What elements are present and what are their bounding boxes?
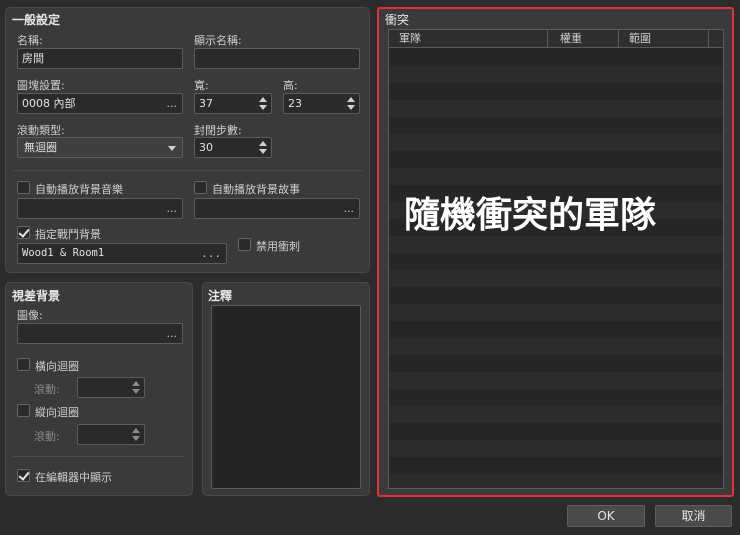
bgm-browse-icon[interactable]: ... [167, 199, 178, 218]
column-header-range[interactable]: 範圍 [619, 30, 709, 48]
disable-dash-checkbox[interactable] [238, 238, 251, 251]
loop-vertical-checkbox[interactable] [17, 404, 30, 417]
battleback-label[interactable]: 指定戰鬥背景 [35, 226, 101, 242]
parallax-browse-icon[interactable]: ... [167, 324, 178, 343]
height-stepper[interactable]: 23 [283, 93, 360, 114]
spin-down-icon[interactable] [259, 149, 267, 154]
battleback-value: Wood1 & Room1 [22, 247, 105, 259]
encounters-table-header: 軍隊 權重 範圍 [389, 30, 723, 48]
encounter-steps-label: 封閉步數: [194, 124, 242, 137]
ok-button[interactable]: OK [567, 505, 645, 527]
scroll-h-label: 滾動: [34, 383, 60, 396]
spin-up-icon[interactable] [259, 141, 267, 146]
display-name-input[interactable] [194, 48, 360, 69]
encounter-steps-value: 30 [199, 141, 213, 154]
autoplay-bgm-selector[interactable]: ... [17, 198, 183, 219]
spin-up-icon[interactable] [132, 381, 140, 386]
name-input[interactable]: 房間 [17, 48, 183, 69]
parallax-title: 視差背景 [12, 289, 61, 303]
battleback-selector[interactable]: Wood1 & Room1 ... [17, 243, 227, 264]
spin-down-icon[interactable] [132, 389, 140, 394]
encounters-table[interactable]: 軍隊 權重 範圍 [388, 29, 724, 489]
divider [13, 456, 185, 457]
scroll-type-value: 無迴圈 [24, 141, 57, 154]
encounters-annotation-text: 隨機衝突的軍隊 [404, 195, 657, 236]
note-textarea[interactable] [211, 305, 361, 489]
scroll-v-stepper[interactable] [77, 424, 145, 445]
height-value: 23 [288, 97, 302, 110]
autoplay-bgm-label[interactable]: 自動播放背景音樂 [35, 181, 123, 197]
tileset-selector[interactable]: 0008 內部 ... [17, 93, 183, 114]
display-name-label: 顯示名稱: [194, 34, 242, 47]
bgs-browse-icon[interactable]: ... [344, 199, 355, 218]
show-in-editor-label[interactable]: 在編輯器中顯示 [35, 469, 112, 485]
parallax-image-selector[interactable]: ... [17, 323, 183, 344]
autoplay-bgs-label[interactable]: 自動播放背景故事 [212, 181, 300, 197]
scroll-v-label: 滾動: [34, 430, 60, 443]
tileset-label: 圖塊設置: [17, 79, 65, 92]
encounters-table-rows[interactable] [389, 49, 723, 488]
loop-vertical-label[interactable]: 縱向迴圈 [35, 404, 79, 420]
note-title: 注釋 [208, 289, 233, 303]
scroll-h-stepper[interactable] [77, 377, 145, 398]
width-label: 寬: [194, 79, 209, 92]
width-spin-buttons[interactable] [258, 96, 268, 111]
autoplay-bgm-checkbox[interactable] [17, 181, 30, 194]
disable-dash-label[interactable]: 禁用衝刺 [256, 238, 300, 254]
scroll-type-label: 滾動類型: [17, 124, 65, 137]
spin-up-icon[interactable] [132, 428, 140, 433]
width-stepper[interactable]: 37 [194, 93, 272, 114]
tileset-browse-icon[interactable]: ... [167, 94, 178, 113]
tileset-value: 0008 內部 [22, 97, 76, 110]
width-value: 37 [199, 97, 213, 110]
show-in-editor-checkbox[interactable] [17, 469, 30, 482]
battleback-checkbox[interactable] [17, 226, 30, 239]
spin-down-icon[interactable] [132, 436, 140, 441]
encounters-title: 衝突 [385, 13, 410, 27]
general-settings-title: 一般設定 [12, 13, 61, 27]
parallax-image-label: 圖像: [17, 309, 43, 322]
cancel-button[interactable]: 取消 [655, 505, 732, 527]
scroll-v-spin-buttons[interactable] [131, 427, 141, 442]
spin-up-icon[interactable] [259, 97, 267, 102]
name-label: 名稱: [17, 34, 43, 47]
autoplay-bgs-selector[interactable]: ... [194, 198, 360, 219]
encounter-steps-spin-buttons[interactable] [258, 140, 268, 155]
height-spin-buttons[interactable] [346, 96, 356, 111]
battleback-browse-icon[interactable]: ... [201, 244, 221, 263]
spin-up-icon[interactable] [347, 97, 355, 102]
chevron-down-icon [168, 146, 176, 151]
column-header-troop[interactable]: 軍隊 [389, 30, 548, 48]
scroll-type-dropdown[interactable]: 無迴圈 [17, 137, 183, 158]
spin-down-icon[interactable] [347, 105, 355, 110]
spin-down-icon[interactable] [259, 105, 267, 110]
height-label: 高: [283, 79, 298, 92]
loop-horizontal-checkbox[interactable] [17, 358, 30, 371]
autoplay-bgs-checkbox[interactable] [194, 181, 207, 194]
scroll-h-spin-buttons[interactable] [131, 380, 141, 395]
loop-horizontal-label[interactable]: 橫向迴圈 [35, 358, 79, 374]
divider [13, 170, 363, 171]
encounter-steps-stepper[interactable]: 30 [194, 137, 272, 158]
column-header-weight[interactable]: 權重 [548, 30, 619, 48]
